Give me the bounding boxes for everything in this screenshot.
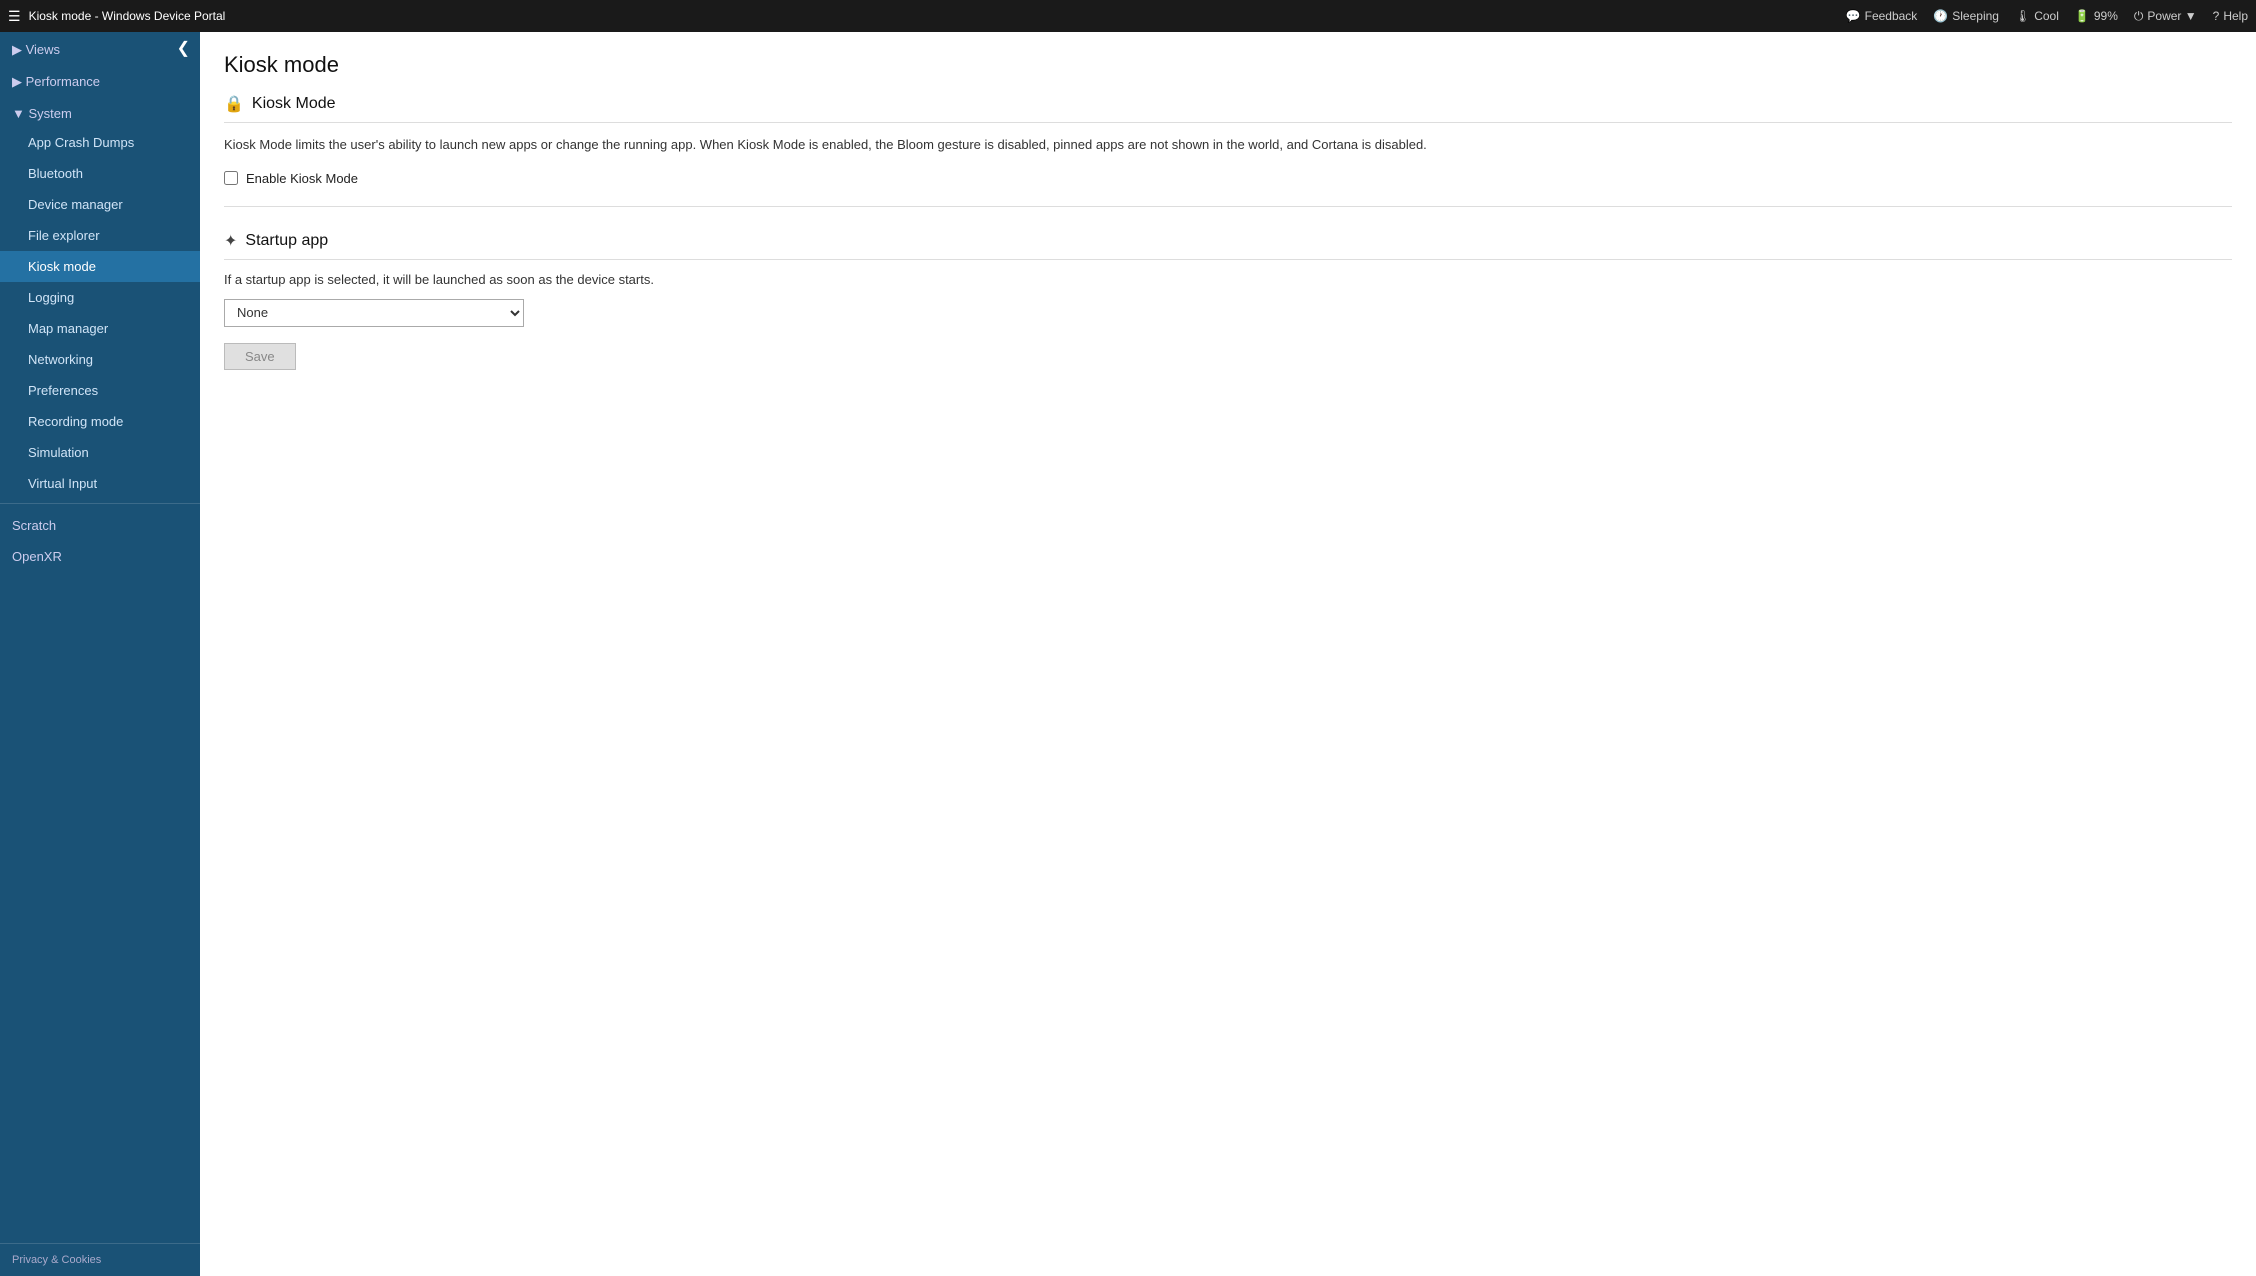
enable-kiosk-checkbox[interactable] (224, 171, 238, 185)
sidebar-section-scratch[interactable]: Scratch (0, 508, 200, 539)
power-label: Power ▼ (2147, 9, 2196, 23)
help-label: Help (2223, 9, 2248, 23)
sidebar-section-system[interactable]: ▼ System (0, 96, 200, 127)
sidebar-item-map-manager[interactable]: Map manager (0, 313, 200, 344)
battery-icon: 🔋 (2075, 9, 2090, 23)
sidebar-item-bluetooth[interactable]: Bluetooth (0, 158, 200, 189)
titlebar-left: ☰ Kiosk mode - Windows Device Portal (8, 8, 225, 25)
power-button[interactable]: ⏻ Power ▼ (2134, 9, 2197, 24)
sidebar-item-recording-mode[interactable]: Recording mode (0, 406, 200, 437)
sidebar-item-preferences[interactable]: Preferences (0, 375, 200, 406)
sidebar-item-label: File explorer (28, 228, 100, 243)
titlebar-title: Kiosk mode - Windows Device Portal (29, 9, 226, 23)
enable-kiosk-row: Enable Kiosk Mode (224, 171, 2232, 186)
sidebar-item-label: Device manager (28, 197, 123, 212)
performance-label: ▶ Performance (12, 74, 100, 90)
sidebar-item-label: Preferences (28, 383, 98, 398)
sidebar-item-file-explorer[interactable]: File explorer (0, 220, 200, 251)
startup-app-select[interactable]: None (224, 299, 524, 327)
temp-icon: 🌡 (2015, 9, 2030, 23)
help-button[interactable]: ? Help (2213, 9, 2248, 23)
startup-app-section-title: Startup app (245, 232, 328, 250)
kiosk-mode-section-title: Kiosk Mode (252, 95, 336, 113)
sleeping-status: 🕐 Sleeping (1933, 9, 1999, 23)
sidebar-item-label: Logging (28, 290, 74, 305)
content-area: Kiosk mode 🔒 Kiosk Mode Kiosk Mode limit… (200, 32, 2256, 1276)
sidebar-item-label: Bluetooth (28, 166, 83, 181)
sidebar-item-logging[interactable]: Logging (0, 282, 200, 313)
sidebar: ❮ ▶ Views ▶ Performance ▼ System App Cra… (0, 32, 200, 1276)
titlebar: ☰ Kiosk mode - Windows Device Portal 💬 F… (0, 0, 2256, 32)
sidebar-section-performance[interactable]: ▶ Performance (0, 64, 200, 96)
openxr-label: OpenXR (12, 549, 62, 564)
help-icon: ? (2213, 9, 2220, 23)
sidebar-collapse-button[interactable]: ❮ (171, 36, 196, 60)
feedback-button[interactable]: 💬 Feedback (1846, 9, 1918, 23)
menu-icon[interactable]: ☰ (8, 8, 21, 25)
startup-app-section: ✦ Startup app If a startup app is select… (224, 231, 2232, 370)
enable-kiosk-label[interactable]: Enable Kiosk Mode (246, 171, 358, 186)
startup-icon: ✦ (224, 231, 237, 251)
privacy-cookies-link[interactable]: Privacy & Cookies (0, 1243, 200, 1276)
lock-icon: 🔒 (224, 94, 244, 114)
startup-app-section-header: ✦ Startup app (224, 231, 2232, 260)
footer-label: Privacy & Cookies (12, 1254, 101, 1266)
sidebar-divider (0, 503, 200, 504)
startup-app-description: If a startup app is selected, it will be… (224, 272, 2232, 287)
sidebar-item-label: Kiosk mode (28, 259, 96, 274)
system-label: ▼ System (12, 106, 72, 121)
sidebar-item-label: Networking (28, 352, 93, 367)
sidebar-item-label: Virtual Input (28, 476, 97, 491)
sidebar-item-label: Simulation (28, 445, 89, 460)
sidebar-item-simulation[interactable]: Simulation (0, 437, 200, 468)
save-button[interactable]: Save (224, 343, 296, 370)
cool-label: Cool (2034, 9, 2059, 23)
kiosk-mode-section-header: 🔒 Kiosk Mode (224, 94, 2232, 123)
views-label: ▶ Views (12, 42, 60, 58)
section-divider (224, 206, 2232, 207)
sleeping-label: Sleeping (1952, 9, 1999, 23)
battery-label: 99% (2094, 9, 2118, 23)
kiosk-mode-description: Kiosk Mode limits the user's ability to … (224, 135, 2232, 155)
sidebar-item-label: App Crash Dumps (28, 135, 134, 150)
sidebar-item-virtual-input[interactable]: Virtual Input (0, 468, 200, 499)
sidebar-item-label: Map manager (28, 321, 108, 336)
sidebar-item-label: Recording mode (28, 414, 123, 429)
power-icon: ⏻ (2134, 9, 2144, 24)
scratch-label: Scratch (12, 518, 56, 533)
battery-status: 🔋 99% (2075, 9, 2118, 23)
sleep-icon: 🕐 (1933, 9, 1948, 23)
sidebar-item-kiosk-mode[interactable]: Kiosk mode (0, 251, 200, 282)
sidebar-item-networking[interactable]: Networking (0, 344, 200, 375)
temperature-status: 🌡 Cool (2015, 9, 2059, 23)
feedback-label: Feedback (1865, 9, 1918, 23)
page-title: Kiosk mode (224, 52, 2232, 78)
sidebar-item-device-manager[interactable]: Device manager (0, 189, 200, 220)
sidebar-item-app-crash-dumps[interactable]: App Crash Dumps (0, 127, 200, 158)
main-layout: ❮ ▶ Views ▶ Performance ▼ System App Cra… (0, 32, 2256, 1276)
titlebar-right: 💬 Feedback 🕐 Sleeping 🌡 Cool 🔋 99% ⏻ Pow… (1846, 9, 2248, 24)
sidebar-section-openxr[interactable]: OpenXR (0, 539, 200, 570)
feedback-icon: 💬 (1846, 9, 1861, 23)
